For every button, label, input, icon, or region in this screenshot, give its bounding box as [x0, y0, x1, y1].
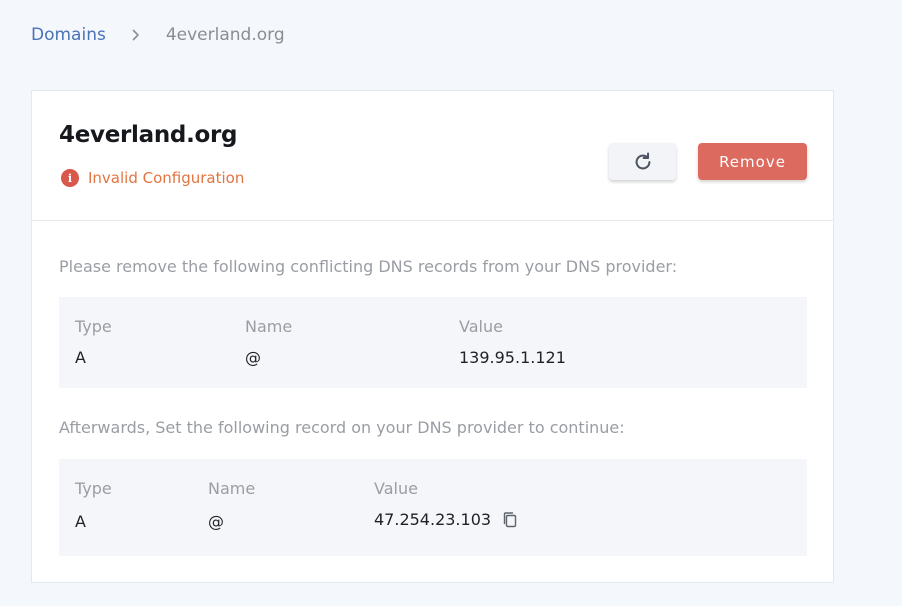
required-record-table: Type Name Value A @ 47.254.23.103	[59, 459, 807, 556]
copy-icon[interactable]	[502, 511, 518, 529]
refresh-icon	[635, 152, 650, 169]
required-name-value: @	[208, 512, 224, 531]
required-type-value: A	[75, 512, 86, 531]
domain-card-header: 4everland.org i Invalid Configuration Re…	[32, 91, 833, 221]
required-value-header: Value	[374, 479, 418, 498]
required-type-header: Type	[75, 479, 112, 498]
required-name-header: Name	[208, 479, 256, 498]
conflict-record-table: Type Name Value A @ 139.95.1.121	[59, 297, 807, 388]
conflict-type-header: Type	[75, 317, 112, 336]
conflict-value-header: Value	[459, 317, 503, 336]
domain-title: 4everland.org	[59, 122, 238, 148]
conflict-instruction: Please remove the following conflicting …	[59, 257, 678, 276]
info-icon: i	[61, 169, 79, 187]
chevron-right-icon	[132, 29, 140, 41]
breadcrumb-domains-link[interactable]: Domains	[31, 25, 106, 45]
status-text: Invalid Configuration	[88, 169, 245, 187]
remove-button[interactable]: Remove	[698, 143, 807, 180]
refresh-button[interactable]	[609, 143, 676, 180]
breadcrumb: Domains 4everland.org	[31, 24, 285, 46]
conflict-value-value: 139.95.1.121	[459, 348, 566, 367]
conflict-name-header: Name	[245, 317, 293, 336]
conflict-name-value: @	[245, 348, 261, 367]
conflict-type-value: A	[75, 348, 86, 367]
required-instruction: Afterwards, Set the following record on …	[59, 418, 625, 437]
breadcrumb-current: 4everland.org	[165, 25, 285, 45]
domain-card: 4everland.org i Invalid Configuration Re…	[31, 90, 834, 583]
status-indicator: i Invalid Configuration	[61, 169, 244, 187]
required-value-value: 47.254.23.103	[374, 510, 492, 529]
